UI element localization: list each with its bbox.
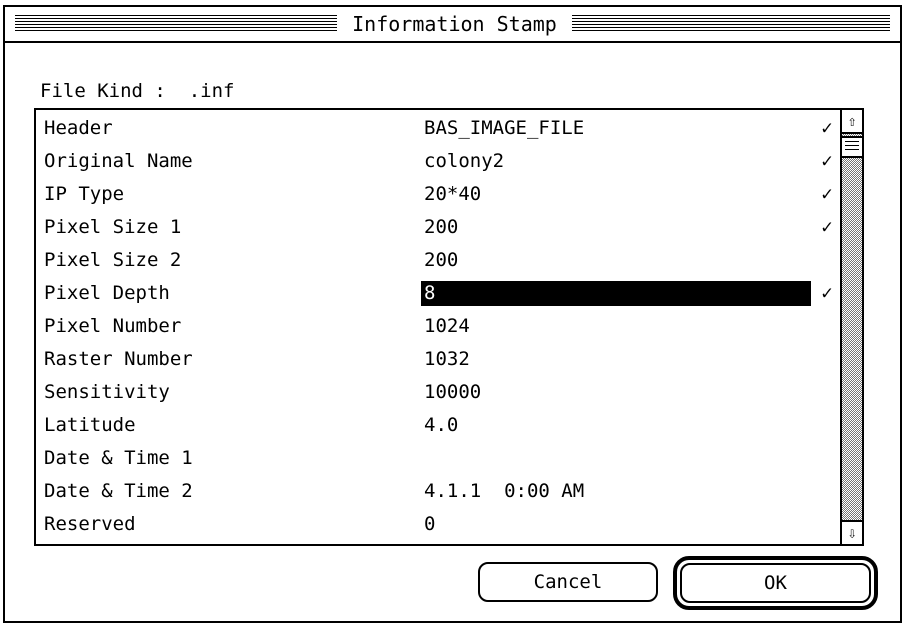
- field-row[interactable]: Pixel Size 2 200: [36, 244, 844, 277]
- field-rows: Header BAS_IMAGE_FILE ✓ Original Name colony…: [36, 110, 844, 544]
- field-label: Original Name: [44, 150, 193, 172]
- field-row[interactable]: Pixel Size 1 200 ✓: [36, 211, 844, 244]
- field-value: 8: [421, 281, 811, 306]
- field-label: Pixel Size 1: [44, 216, 182, 238]
- field-value: 200: [424, 249, 459, 271]
- field-row[interactable]: Date & Time 2 4.1.1 0:00 AM: [36, 475, 844, 508]
- field-label: IP Type: [44, 183, 125, 205]
- field-list[interactable]: Header BAS_IMAGE_FILE ✓ Original Name colony…: [34, 108, 864, 546]
- checkmark-icon: ✓: [821, 183, 833, 205]
- field-value: 4.0: [424, 414, 459, 436]
- checkmark-icon: ✓: [821, 150, 833, 172]
- ok-button[interactable]: OK: [673, 556, 878, 610]
- field-value: 4.1.1 0:00 AM: [424, 480, 585, 502]
- field-row[interactable]: Original Name colony2 ✓: [36, 145, 844, 178]
- scroll-down-arrow-icon[interactable]: ⇩: [842, 520, 862, 544]
- window-title: Information Stamp: [337, 7, 572, 41]
- field-value: colony2: [424, 150, 505, 172]
- field-value: BAS_IMAGE_FILE: [424, 117, 585, 139]
- field-row[interactable]: Raster Number 1032: [36, 343, 844, 376]
- field-row[interactable]: Pixel Number 1024: [36, 310, 844, 343]
- field-value: 0: [424, 513, 436, 535]
- cancel-button[interactable]: Cancel: [478, 562, 658, 602]
- field-row[interactable]: Date & Time 1: [36, 442, 844, 475]
- checkmark-icon: ✓: [821, 282, 833, 304]
- title-bar-stripes-left: [15, 15, 337, 32]
- field-label: Sensitivity: [44, 381, 170, 403]
- field-value: 10000: [424, 381, 482, 403]
- file-kind-label: File Kind : .inf: [40, 80, 235, 102]
- field-row[interactable]: IP Type 20*40 ✓: [36, 178, 844, 211]
- field-label: Date & Time 2: [44, 480, 193, 502]
- field-label: Reserved: [44, 513, 136, 535]
- field-value: 20*40: [424, 183, 482, 205]
- scrollbar[interactable]: ⇧ ⇩: [840, 110, 862, 544]
- title-bar-stripes-right: [572, 15, 890, 32]
- scroll-track[interactable]: [842, 134, 862, 520]
- field-label: Pixel Depth: [44, 282, 170, 304]
- field-label: Header: [44, 117, 113, 139]
- field-row[interactable]: Pixel Depth 8 ✓: [36, 277, 844, 310]
- field-label: Date & Time 1: [44, 447, 193, 469]
- field-value: 1024: [424, 315, 470, 337]
- field-row[interactable]: Reserved 0: [36, 508, 844, 541]
- checkmark-icon: ✓: [821, 216, 833, 238]
- field-value: [421, 446, 811, 471]
- field-row[interactable]: Latitude 4.0: [36, 409, 844, 442]
- field-value: 200: [424, 216, 459, 238]
- scroll-up-arrow-icon[interactable]: ⇧: [842, 110, 862, 134]
- title-bar[interactable]: Information Stamp: [5, 7, 900, 43]
- field-label: Raster Number: [44, 348, 193, 370]
- field-value: 1032: [424, 348, 470, 370]
- field-label: Latitude: [44, 414, 136, 436]
- field-label: Pixel Number: [44, 315, 182, 337]
- field-row[interactable]: Sensitivity 10000: [36, 376, 844, 409]
- checkmark-icon: ✓: [821, 117, 833, 139]
- field-row[interactable]: Header BAS_IMAGE_FILE ✓: [36, 112, 844, 145]
- scroll-thumb[interactable]: [842, 136, 862, 158]
- field-label: Pixel Size 2: [44, 249, 182, 271]
- ok-button-label: OK: [680, 563, 871, 603]
